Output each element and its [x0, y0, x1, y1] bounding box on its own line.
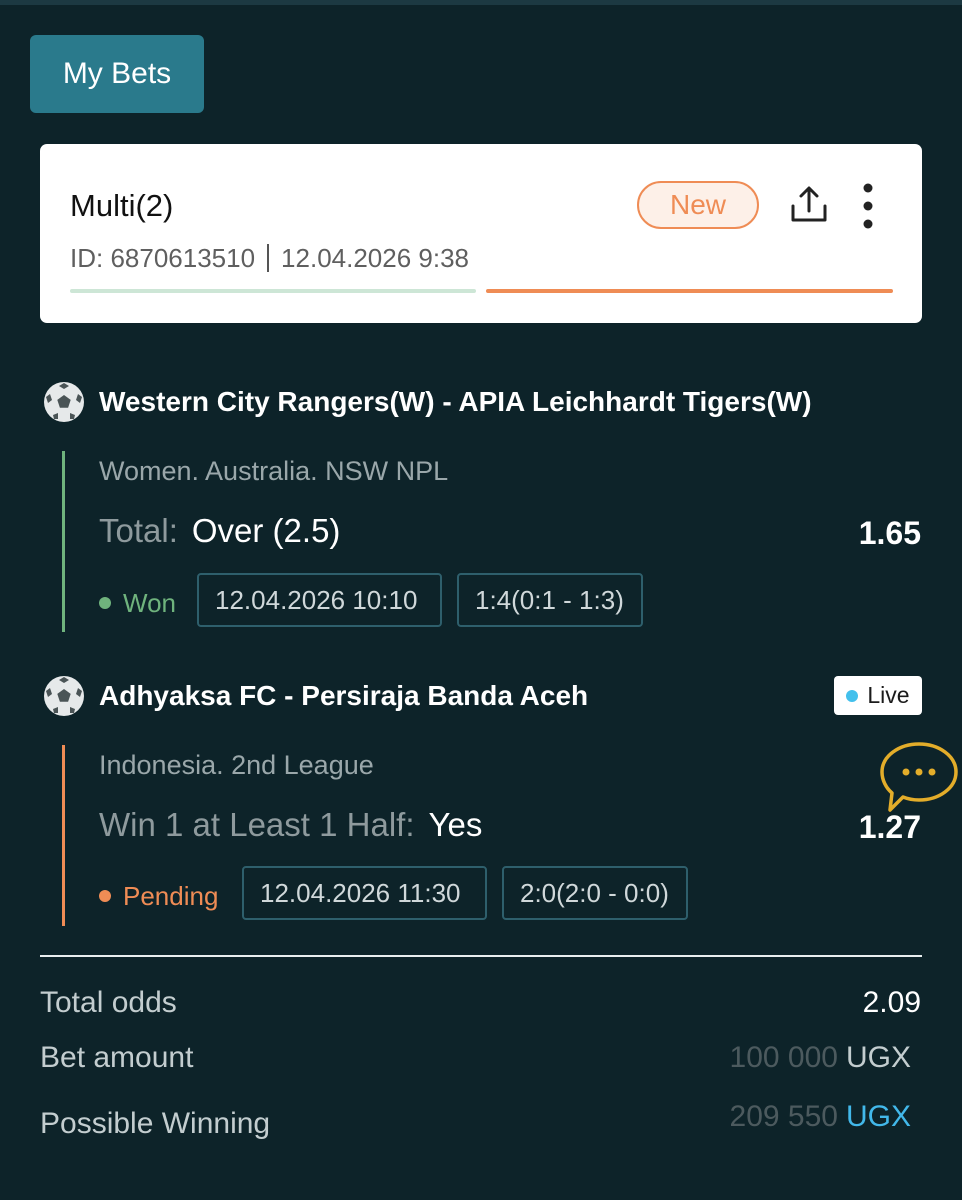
live-badge: Live	[834, 676, 922, 715]
status-dot-icon	[99, 597, 111, 609]
event-odds: 1.65	[858, 515, 921, 551]
event-score-chip: 2:0(2:0 - 0:0)	[502, 866, 688, 920]
status-rail-pending	[62, 745, 65, 926]
event-title: Adhyaksa FC - Persiraja Banda Aceh	[99, 680, 589, 711]
event-league: Indonesia. 2nd League	[99, 750, 374, 780]
event-score-chip: 1:4(0:1 - 1:3)	[457, 573, 643, 627]
event-datetime-chip: 12.04.2026 11:30	[242, 866, 487, 920]
bet-id: ID: 6870613510	[70, 243, 256, 273]
market-label: Total:	[99, 512, 178, 549]
possible-winning-value: 209 550 UGX	[730, 1100, 911, 1134]
bet-date: 12.04.2026 9:38	[281, 243, 470, 273]
bet-amount-value: 100 000 UGX	[730, 1041, 911, 1075]
status-dot-icon	[99, 890, 111, 902]
share-icon[interactable]	[790, 184, 828, 224]
total-odds-label: Total odds	[40, 986, 177, 1019]
progress-pending-segment	[486, 289, 893, 293]
possible-winning-number: 209 550	[729, 1100, 838, 1133]
market-label: Win 1 at Least 1 Half:	[99, 806, 415, 843]
event-datetime-chip: 12.04.2026 10:10	[197, 573, 442, 627]
event-market: Win 1 at Least 1 Half: Yes	[99, 806, 482, 844]
new-badge: New	[637, 181, 759, 229]
event-title: Western City Rangers(W) - APIA Leichhard…	[99, 386, 812, 417]
possible-winning-currency: UGX	[845, 1100, 911, 1133]
event-league: Women. Australia. NSW NPL	[99, 456, 449, 486]
my-bets-screen: My Bets Multi(2) ID: 6870613510 12.04.202…	[0, 0, 962, 1200]
bet-meta: ID: 6870613510 12.04.2026 9:38	[70, 243, 469, 274]
live-dot-icon	[846, 690, 859, 702]
bet-amount-label: Bet amount	[40, 1041, 194, 1074]
summary-divider	[40, 955, 922, 957]
event-odds: 1.27	[858, 809, 921, 845]
total-odds-value: 2.09	[862, 986, 921, 1019]
bet-card[interactable]: Multi(2) ID: 6870613510 12.04.2026 9:38 N…	[40, 144, 922, 323]
top-divider	[0, 0, 962, 5]
bet-amount-currency: UGX	[845, 1041, 911, 1074]
possible-winning-label: Possible Winning	[40, 1107, 271, 1140]
bet-amount-number: 100 000	[729, 1041, 838, 1074]
status-won: Won	[99, 588, 176, 619]
status-label: Won	[123, 588, 176, 618]
chat-bubble-icon[interactable]	[878, 740, 960, 814]
live-label: Live	[867, 682, 910, 708]
event-market: Total: Over (2.5)	[99, 512, 340, 550]
status-rail-won	[62, 451, 65, 632]
status-pending: Pending	[99, 881, 218, 912]
market-value: Over (2.5)	[191, 512, 341, 549]
status-label: Pending	[123, 881, 219, 911]
more-vertical-icon[interactable]	[858, 182, 878, 230]
soccer-ball-icon	[44, 382, 84, 422]
progress-won-segment	[70, 289, 476, 293]
meta-separator	[267, 244, 270, 272]
bet-type-title: Multi(2)	[70, 188, 174, 223]
my-bets-button[interactable]: My Bets	[30, 35, 204, 113]
soccer-ball-icon	[44, 676, 84, 716]
market-value: Yes	[428, 806, 483, 843]
